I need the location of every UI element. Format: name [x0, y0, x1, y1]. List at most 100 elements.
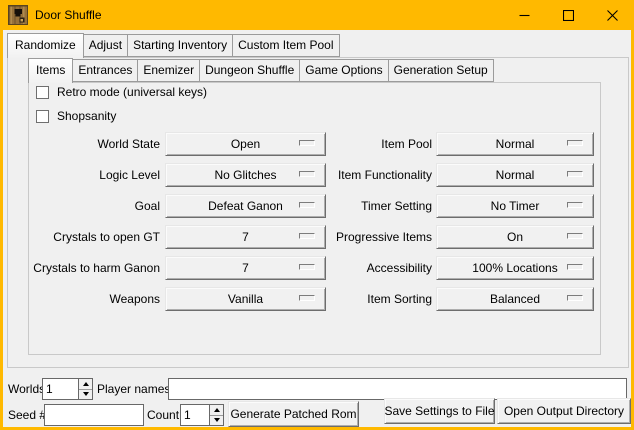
seed-input[interactable]	[45, 405, 143, 425]
tab-game-options-label: Game Options	[305, 63, 382, 77]
world-state-value: Open	[231, 137, 260, 151]
worlds-up-button[interactable]	[79, 379, 92, 390]
tab-entrances[interactable]: Entrances	[72, 59, 138, 82]
tab-entrances-label: Entrances	[78, 63, 132, 77]
progressive-items-label: Progressive Items	[298, 225, 432, 249]
tab-custom-item-pool-label: Custom Item Pool	[238, 38, 333, 52]
accessibility-value: 100% Locations	[472, 261, 557, 275]
item-functionality-dropdown[interactable]: Normal	[436, 163, 594, 187]
timer-setting-label: Timer Setting	[298, 194, 432, 218]
accessibility-label: Accessibility	[298, 256, 432, 280]
shopsanity-checkbox[interactable]	[36, 110, 49, 123]
count-spin-buttons	[209, 405, 223, 425]
timer-setting-dropdown[interactable]: No Timer	[436, 194, 594, 218]
item-functionality-value: Normal	[496, 168, 535, 182]
worlds-input[interactable]	[43, 379, 78, 399]
seed-label: Seed #	[8, 404, 46, 426]
minimize-button[interactable]	[502, 0, 546, 30]
arrow-down-icon	[214, 418, 220, 422]
window-title: Door Shuffle	[35, 8, 102, 22]
close-icon	[607, 10, 618, 21]
progressive-items-value: On	[507, 230, 523, 244]
tab-enemizer-label: Enemizer	[143, 63, 194, 77]
retro-mode-checkbox[interactable]	[36, 86, 49, 99]
logic-level-label: Logic Level	[28, 163, 160, 187]
close-button[interactable]	[590, 0, 634, 30]
dropdown-indicator-icon	[567, 264, 583, 270]
sub-tab-bar: Items Entrances Enemizer Dungeon Shuffle…	[28, 57, 493, 82]
count-up-button[interactable]	[210, 405, 223, 416]
count-input[interactable]	[181, 405, 209, 425]
tab-items-label: Items	[36, 63, 65, 77]
worlds-stepper	[42, 378, 93, 400]
crystals-gt-label: Crystals to open GT	[28, 225, 160, 249]
app-window: Door Shuffle Randomize Adjust Starting I…	[0, 0, 634, 430]
tab-generation-setup[interactable]: Generation Setup	[388, 59, 494, 82]
item-sorting-label: Item Sorting	[298, 287, 432, 311]
tab-randomize[interactable]: Randomize	[7, 33, 84, 58]
worlds-label: Worlds	[8, 378, 45, 400]
retro-mode-checkbox-row: Retro mode (universal keys)	[36, 84, 207, 100]
tab-adjust[interactable]: Adjust	[83, 34, 128, 57]
dropdown-indicator-icon	[567, 140, 583, 146]
worlds-spin-buttons	[78, 379, 92, 399]
minimize-icon	[519, 10, 530, 21]
arrow-down-icon	[83, 392, 89, 396]
dropdown-indicator-icon	[567, 171, 583, 177]
tab-items[interactable]: Items	[28, 58, 73, 83]
tab-generation-setup-label: Generation Setup	[394, 63, 488, 77]
tab-starting-inventory-label: Starting Inventory	[133, 38, 227, 52]
open-output-directory-button[interactable]: Open Output Directory	[497, 398, 631, 424]
tab-custom-item-pool[interactable]: Custom Item Pool	[232, 34, 339, 57]
maximize-button[interactable]	[546, 0, 590, 30]
tab-adjust-label: Adjust	[89, 38, 122, 52]
maximize-icon	[563, 10, 574, 21]
accessibility-dropdown[interactable]: 100% Locations	[436, 256, 594, 280]
window-controls	[502, 0, 634, 30]
player-names-label: Player names	[97, 378, 170, 400]
main-tab-bar: Randomize Adjust Starting Inventory Cust…	[7, 32, 339, 57]
weapons-value: Vanilla	[228, 292, 263, 306]
tab-game-options[interactable]: Game Options	[299, 59, 388, 82]
arrow-up-icon	[83, 382, 89, 386]
item-pool-label: Item Pool	[298, 132, 432, 156]
dropdown-indicator-icon	[567, 233, 583, 239]
tab-randomize-label: Randomize	[15, 38, 76, 52]
arrow-up-icon	[214, 408, 220, 412]
tab-dungeon-shuffle[interactable]: Dungeon Shuffle	[199, 59, 300, 82]
generate-patched-rom-button[interactable]: Generate Patched Rom	[228, 401, 359, 427]
crystals-ganon-value: 7	[242, 261, 249, 275]
shopsanity-label: Shopsanity	[57, 109, 116, 123]
item-functionality-label: Item Functionality	[298, 163, 432, 187]
count-label: Count	[147, 404, 179, 426]
count-down-button[interactable]	[210, 416, 223, 426]
seed-field	[44, 404, 144, 426]
player-names-input[interactable]	[169, 379, 626, 399]
item-sorting-dropdown[interactable]: Balanced	[436, 287, 594, 311]
weapons-label: Weapons	[28, 287, 160, 311]
crystals-ganon-label: Crystals to harm Ganon	[28, 256, 160, 280]
world-state-label: World State	[28, 132, 160, 156]
tab-enemizer[interactable]: Enemizer	[137, 59, 200, 82]
save-settings-button[interactable]: Save Settings to File	[384, 398, 495, 424]
logic-level-value: No Glitches	[214, 168, 276, 182]
player-names-field	[168, 378, 627, 400]
crystals-gt-value: 7	[242, 230, 249, 244]
item-pool-value: Normal	[496, 137, 535, 151]
progressive-items-dropdown[interactable]: On	[436, 225, 594, 249]
tab-dungeon-shuffle-label: Dungeon Shuffle	[205, 63, 294, 77]
timer-setting-value: No Timer	[491, 199, 540, 213]
item-pool-dropdown[interactable]: Normal	[436, 132, 594, 156]
goal-label: Goal	[28, 194, 160, 218]
dropdown-indicator-icon	[567, 295, 583, 301]
title-bar: Door Shuffle	[0, 0, 634, 30]
dropdown-indicator-icon	[567, 202, 583, 208]
worlds-down-button[interactable]	[79, 390, 92, 400]
client-area: Randomize Adjust Starting Inventory Cust…	[3, 30, 631, 427]
tab-starting-inventory[interactable]: Starting Inventory	[127, 34, 233, 57]
shopsanity-checkbox-row: Shopsanity	[36, 108, 116, 124]
count-stepper	[180, 404, 224, 426]
item-sorting-value: Balanced	[490, 292, 540, 306]
goal-value: Defeat Ganon	[208, 199, 283, 213]
door-icon	[8, 5, 28, 25]
